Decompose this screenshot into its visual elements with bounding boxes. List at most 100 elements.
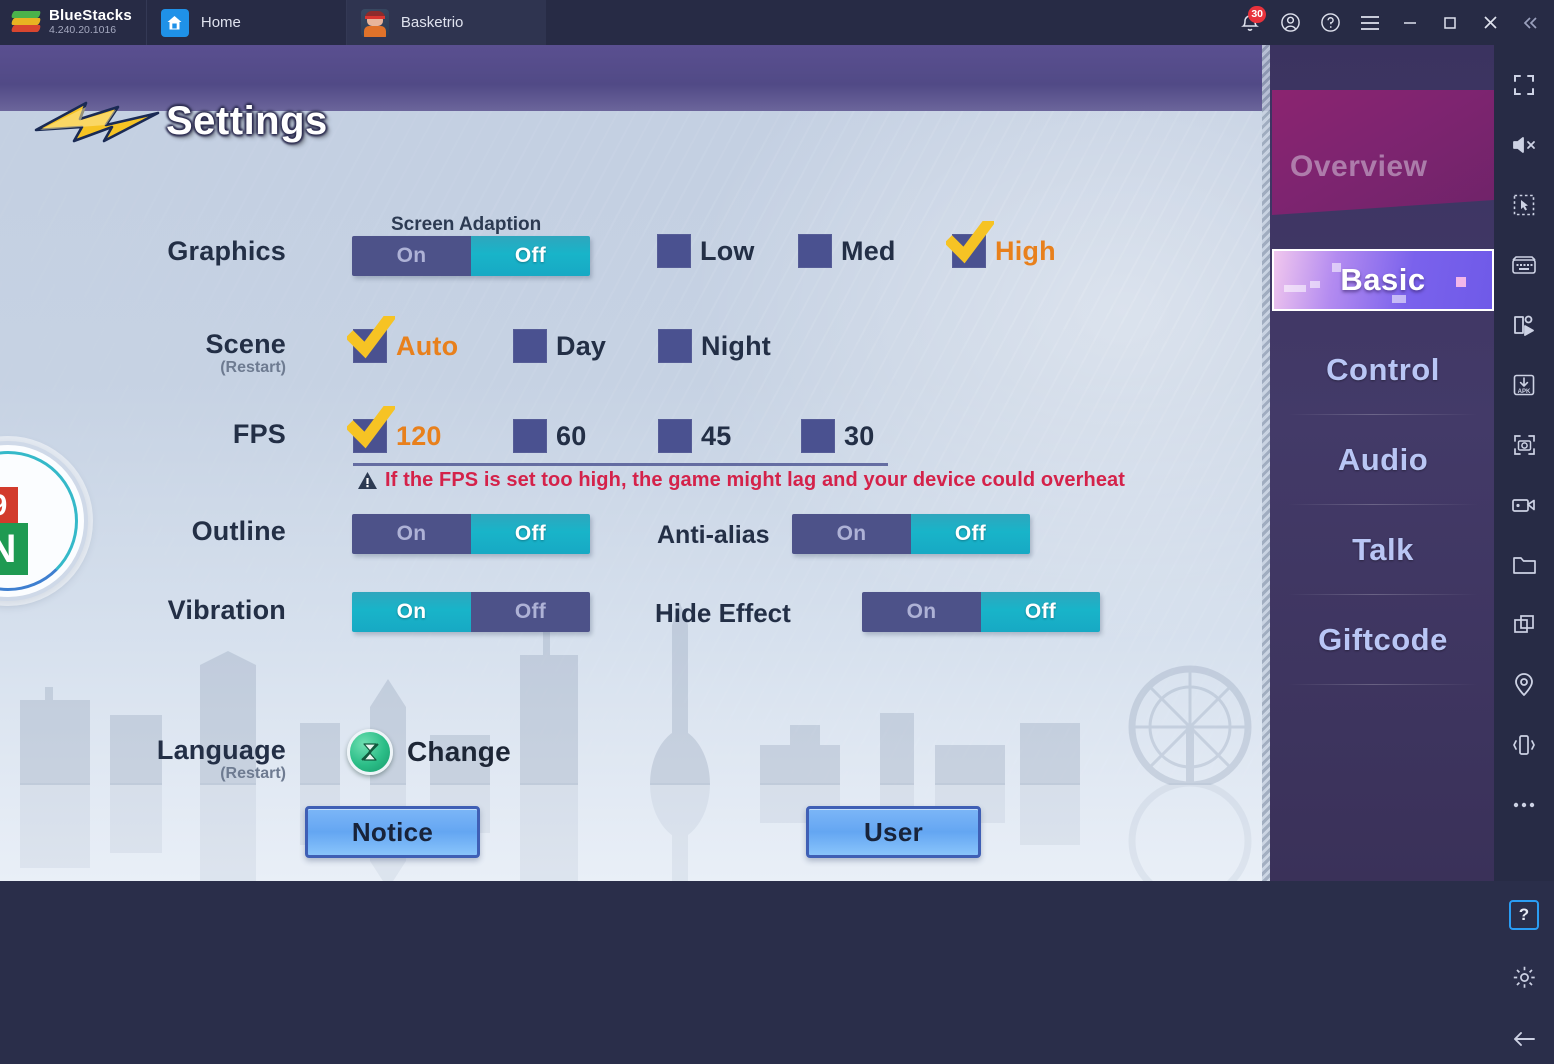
checkbox-fps-30[interactable] [801,419,835,453]
location-icon[interactable] [1494,660,1554,710]
game-avatar-icon [360,8,389,37]
svg-text:APK: APK [1518,389,1531,395]
vibration-on-option[interactable]: On [352,592,471,632]
language-sublabel: (Restart) [220,765,286,782]
checkbox-day[interactable] [513,329,547,363]
record-video-icon[interactable] [1494,480,1554,530]
fps-60-label: 60 [556,420,587,451]
language-change-control[interactable]: Change [347,729,511,775]
titlebar-controls: 30 [1230,0,1554,45]
quality-option-low[interactable]: Low [657,234,755,268]
screen-adaption-off-option[interactable]: Off [471,236,590,276]
game-screen: Settings L9UN Graphics Screen Adaption O… [0,45,1494,881]
hide-effect-label: Hide Effect [655,598,791,628]
fps-45-label: 45 [701,420,732,451]
antialias-off-option[interactable]: Off [911,514,1030,554]
screen-adaption-on-option[interactable]: On [352,236,471,276]
fullscreen-icon[interactable] [1494,60,1554,110]
outline-off-option[interactable]: Off [471,514,590,554]
fps-divider [353,463,888,466]
maximize-icon[interactable] [1430,0,1470,45]
user-button[interactable]: User [806,806,981,858]
checkbox-fps-120[interactable] [347,406,395,453]
tab-basketrio-label: Basketrio [400,14,464,31]
menu-icon[interactable] [1350,0,1390,45]
sidebar-item-control[interactable]: Control [1272,325,1494,415]
scene-option-auto[interactable]: Auto [347,316,459,363]
macro-script-icon[interactable] [1494,300,1554,350]
outline-toggle[interactable]: On Off [352,514,590,554]
sidebar-item-giftcode[interactable]: Giftcode [1272,595,1494,685]
language-label: Language [156,735,286,765]
quality-low-label: Low [700,235,755,266]
settings-gear-icon[interactable] [1494,952,1554,1002]
screen-adaption-toggle[interactable]: On Off [352,236,590,276]
keyboard-controls-icon[interactable] [1494,240,1554,290]
notifications-icon[interactable]: 30 [1230,0,1270,45]
scene-night-label: Night [701,330,771,361]
help-icon-label: ? [1509,900,1539,930]
checkbox-fps-60[interactable] [513,419,547,453]
antialias-on-option[interactable]: On [792,514,911,554]
sidebar-item-audio-label: Audio [1337,442,1429,477]
account-icon[interactable] [1270,0,1310,45]
sidebar-item-talk-label: Talk [1352,532,1414,567]
scene-option-day[interactable]: Day [513,329,606,363]
scene-auto-label: Auto [396,330,459,361]
bluestacks-logo-icon [10,10,42,35]
hide-effect-toggle[interactable]: On Off [862,592,1100,632]
sidebar-item-audio[interactable]: Audio [1272,415,1494,505]
graphics-label: Graphics [167,236,286,266]
check-icon [347,316,395,359]
checkbox-fps-45[interactable] [658,419,692,453]
close-icon[interactable] [1470,0,1510,45]
help-icon[interactable]: ? [1494,890,1554,940]
warning-icon [358,472,377,489]
quality-med-label: Med [841,235,896,266]
tab-home[interactable]: Home [145,0,346,45]
quality-option-med[interactable]: Med [798,234,896,268]
quality-option-high[interactable]: High [946,221,1056,268]
antialias-toggle[interactable]: On Off [792,514,1030,554]
media-folder-icon[interactable] [1494,540,1554,590]
multi-instance-icon[interactable] [1494,180,1554,230]
check-icon [347,406,395,449]
collapse-icon[interactable] [1510,0,1550,45]
outline-on-option[interactable]: On [352,514,471,554]
hide-effect-on-option[interactable]: On [862,592,981,632]
minimize-icon[interactable] [1390,0,1430,45]
vibration-toggle[interactable]: On Off [352,592,590,632]
checkbox-high[interactable] [946,221,994,268]
checkbox-low[interactable] [657,234,691,268]
quality-high-label: High [995,235,1056,266]
fps-option-30[interactable]: 30 [801,419,874,453]
tab-basketrio[interactable]: Basketrio [345,0,546,45]
sidebar-basic-marker [1456,277,1466,287]
screenshot-icon[interactable] [1494,420,1554,470]
fps-option-45[interactable]: 45 [658,419,731,453]
mute-icon[interactable] [1494,120,1554,170]
fps-option-60[interactable]: 60 [513,419,586,453]
help-icon[interactable] [1310,0,1350,45]
checkbox-med[interactable] [798,234,832,268]
install-apk-icon[interactable]: APK [1494,360,1554,410]
overview-panel[interactable]: Overview [1272,90,1494,215]
fps-option-120[interactable]: 120 [347,406,442,453]
vibration-off-option[interactable]: Off [471,592,590,632]
copy-instance-icon[interactable] [1494,600,1554,650]
shake-icon[interactable] [1494,720,1554,770]
notice-button[interactable]: Notice [305,806,480,858]
checkbox-night[interactable] [658,329,692,363]
sidebar-item-talk[interactable]: Talk [1272,505,1494,595]
scene-option-night[interactable]: Night [658,329,771,363]
user-button-label: User [863,816,923,847]
fps-label: FPS [232,419,286,449]
checkbox-auto[interactable] [347,316,395,363]
fps-120-label: 120 [396,420,442,451]
back-arrow-icon[interactable] [1494,1014,1554,1064]
sidebar-item-basic[interactable]: Basic [1272,249,1494,311]
titlebar: BlueStacks 4.240.20.1016 Home Basketrio … [0,0,1554,45]
more-icon[interactable] [1494,780,1554,830]
hide-effect-off-option[interactable]: Off [981,592,1100,632]
fps-30-label: 30 [844,420,875,451]
